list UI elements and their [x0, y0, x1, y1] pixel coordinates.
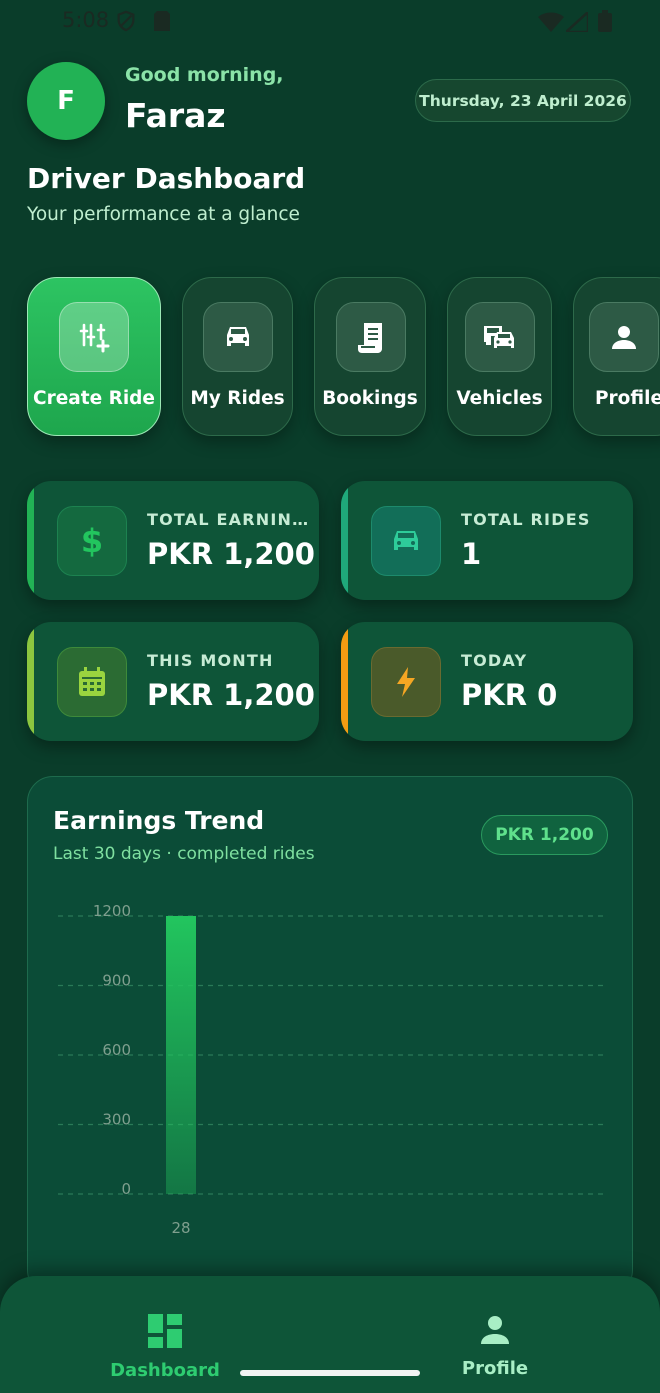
stat-value: PKR 1,200 — [147, 537, 315, 571]
stat-card-today[interactable]: TODAY PKR 0 — [341, 622, 633, 741]
y-tick-label: 300 — [102, 1111, 131, 1129]
dollar-icon: $ — [57, 506, 127, 576]
greeting-text: Good morning, — [125, 64, 284, 86]
stat-value: 1 — [461, 537, 482, 571]
create-ride-label: Create Ride — [33, 388, 155, 409]
shield-icon — [117, 10, 135, 32]
y-tick-label: 0 — [121, 1180, 131, 1198]
earnings-trend-card: Earnings Trend Last 30 days · completed … — [27, 776, 633, 1296]
stat-label: TODAY — [461, 651, 528, 670]
avatar-initial: F — [57, 86, 75, 116]
status-bar: 5:08 — [0, 0, 660, 42]
lightning-icon — [371, 647, 441, 717]
stat-card-this-month[interactable]: THIS MONTH PKR 1,200 — [27, 622, 319, 741]
my-rides-label: My Rides — [190, 388, 285, 409]
my-rides-button[interactable]: My Rides — [182, 277, 293, 436]
earnings-bar-chart: 0 300 600 900 1200 28 — [58, 902, 603, 1237]
stat-accent-bar — [27, 481, 34, 600]
x-tick-label: 28 — [171, 1219, 190, 1237]
stat-label: TOTAL EARNIN… — [147, 510, 310, 529]
stat-value: PKR 1,200 — [147, 678, 315, 712]
stat-label: TOTAL RIDES — [461, 510, 591, 529]
person-icon — [481, 1316, 509, 1344]
y-tick-label: 1200 — [93, 902, 131, 920]
vehicles-label: Vehicles — [456, 388, 543, 409]
status-time: 5:08 — [62, 8, 110, 32]
car-icon — [203, 302, 273, 372]
battery-icon — [598, 10, 612, 32]
date-text: Thursday, 23 April 2026 — [419, 91, 627, 110]
vehicles-icon — [465, 302, 535, 372]
nav-dashboard[interactable]: Dashboard — [85, 1314, 245, 1381]
create-ride-button[interactable]: Create Ride — [27, 277, 161, 436]
user-name: Faraz — [125, 96, 226, 135]
stat-card-total-earnings[interactable]: $ TOTAL EARNIN… PKR 1,200 — [27, 481, 319, 600]
page-subtitle: Your performance at a glance — [27, 204, 300, 225]
profile-button[interactable]: Profile — [573, 277, 660, 436]
y-tick-label: 900 — [102, 972, 131, 990]
sim-card-icon — [154, 11, 170, 31]
avatar[interactable]: F — [27, 62, 105, 140]
stat-value: PKR 0 — [461, 678, 558, 712]
signal-icon — [566, 12, 588, 32]
home-indicator[interactable] — [240, 1370, 420, 1376]
profile-label: Profile — [595, 388, 660, 409]
stat-accent-bar — [27, 622, 34, 741]
wifi-icon — [538, 12, 564, 32]
bookings-label: Bookings — [322, 388, 418, 409]
dashboard-icon — [148, 1314, 182, 1348]
stat-label: THIS MONTH — [147, 651, 274, 670]
page-title: Driver Dashboard — [27, 162, 306, 195]
person-icon — [589, 302, 659, 372]
nav-profile[interactable]: Profile — [415, 1314, 575, 1379]
date-badge: Thursday, 23 April 2026 — [415, 79, 631, 122]
svg-text:$: $ — [81, 523, 103, 559]
receipt-icon — [336, 302, 406, 372]
nav-dashboard-label: Dashboard — [110, 1360, 220, 1381]
stat-accent-bar — [341, 622, 348, 741]
vehicles-button[interactable]: Vehicles — [447, 277, 552, 436]
car-icon — [371, 506, 441, 576]
calendar-icon — [57, 647, 127, 717]
create-ride-icon — [59, 302, 129, 372]
stat-card-total-rides[interactable]: TOTAL RIDES 1 — [341, 481, 633, 600]
chart-bar[interactable] — [166, 916, 196, 1194]
nav-profile-label: Profile — [461, 1358, 529, 1379]
y-tick-label: 600 — [102, 1041, 131, 1059]
stat-accent-bar — [341, 481, 348, 600]
bookings-button[interactable]: Bookings — [314, 277, 426, 436]
